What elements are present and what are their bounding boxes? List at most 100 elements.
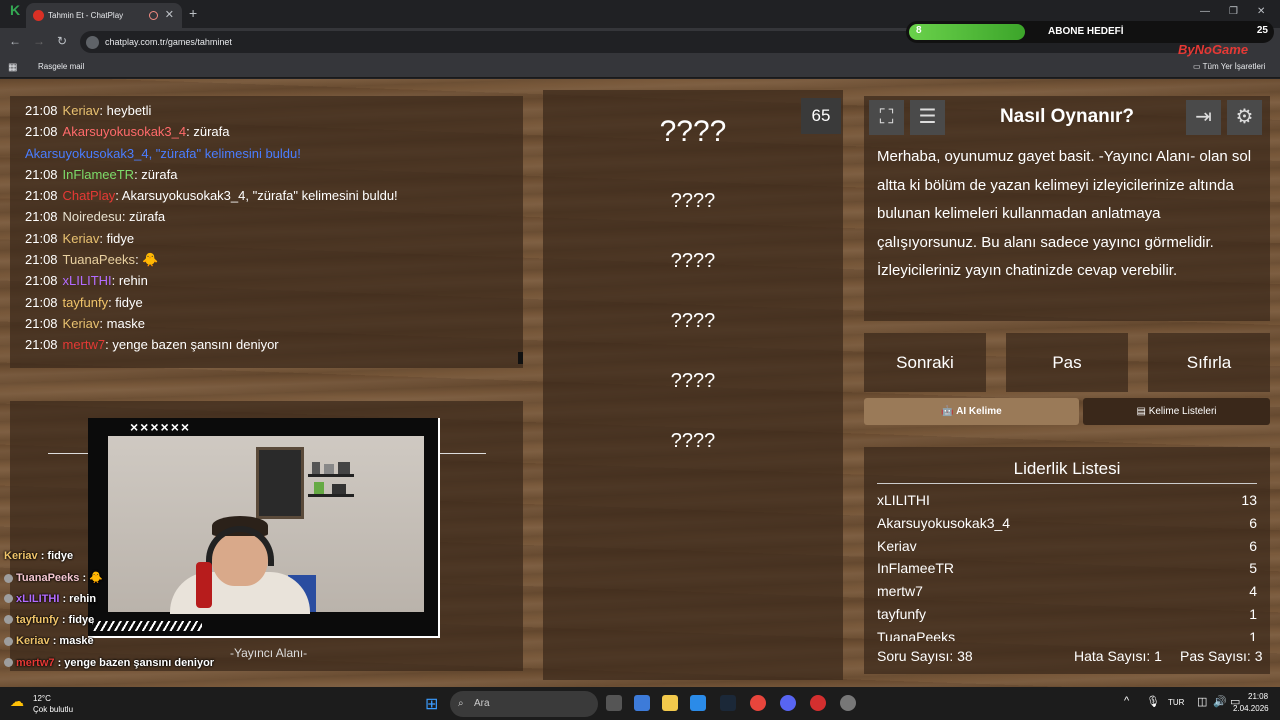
language-indicator[interactable]: TUR [1168, 698, 1184, 707]
overlay-chat-message: Keriav : maske [4, 635, 94, 647]
chat-username[interactable]: Keriav [63, 231, 100, 246]
recording-icon [149, 11, 158, 20]
next-button[interactable]: Sonraki [864, 333, 986, 392]
goal-target: 25 [1256, 25, 1268, 36]
chrome-icon[interactable] [750, 695, 766, 711]
how-to-play-panel: ⛶ ☰ Nasıl Oynanır? ⇥ ⚙ Merhaba, oyunumuz… [864, 96, 1270, 321]
overlay-chat-message: mertw7 : yenge bazen şansını deniyor [4, 657, 214, 669]
tab-title: Tahmin Et - ChatPlay [48, 11, 124, 20]
overlay-chat-message: Keriav : fidye [4, 550, 73, 562]
chat-username[interactable]: Keriav [63, 316, 100, 331]
site-info-icon[interactable] [86, 36, 99, 49]
chat-scrollbar[interactable] [518, 352, 523, 364]
chat-message: 21:08 Keriav: fidye [25, 228, 508, 249]
chat-text: : zürafa [121, 209, 166, 225]
clock-date[interactable]: 2.04.2026 [1233, 704, 1269, 713]
overlay-chat-username: TuanaPeeks [16, 572, 80, 585]
close-tab-icon[interactable]: ✕ [165, 8, 174, 21]
clock-time[interactable]: 21:08 [1248, 692, 1268, 701]
user-badge-icon [4, 658, 13, 668]
player-score: 1 [1249, 606, 1257, 622]
windows-start-icon[interactable]: ⊞ [425, 694, 438, 714]
user-badge-icon [4, 594, 13, 604]
forbidden-word: ???? [670, 370, 716, 392]
chat-message: 21:08 mertw7: yenge bazen şansını deniyor [25, 334, 508, 355]
chat-username[interactable]: tayfunfy [63, 295, 109, 310]
weather-desc[interactable]: Çok bulutlu [33, 705, 73, 714]
ai-word-tab[interactable]: 🤖 AI Kelime [864, 398, 1079, 425]
widgets-icon[interactable] [634, 695, 650, 711]
volume-icon[interactable]: 🔊 [1213, 695, 1227, 708]
leaderboard-row: tayfunfy 1 [877, 606, 1257, 628]
chat-username[interactable]: xLILITHI [63, 273, 112, 288]
search-label: Ara [474, 698, 490, 709]
pass-button[interactable]: Pas [1006, 333, 1128, 392]
all-bookmarks[interactable]: ▭ Tüm Yer İşaretleri [1193, 62, 1265, 71]
wall-painting [256, 447, 304, 519]
overlay-chat-message: tayfunfy : fidye [4, 614, 94, 626]
list-icon: ▤ [1136, 406, 1149, 417]
chat-username[interactable]: Noiredesu [63, 209, 122, 224]
bookmark-label: Rasgele mail [38, 62, 85, 71]
overlay-chat-username: xLILITHI [16, 592, 60, 605]
extension-badge[interactable]: K [10, 2, 20, 18]
exit-icon[interactable]: ⇥ [1186, 100, 1221, 135]
user-badge-icon [4, 615, 13, 625]
player-name: InFlameeTR [877, 560, 955, 577]
store-icon[interactable] [690, 695, 706, 711]
chat-message: 21:08 InFlameeTR: zürafa [25, 164, 508, 185]
chat-username[interactable]: TuanaPeeks [63, 252, 136, 267]
discord-icon[interactable] [780, 695, 796, 711]
obs-icon[interactable] [810, 695, 826, 711]
weather-icon: ☁ [10, 693, 24, 709]
taskbar: ☁ 12°C Çok bulutlu ⊞ ⌕ Ara ^ 🎙 TUR ◫ 🔊 ▭… [0, 687, 1280, 720]
user-badge-icon [4, 573, 13, 583]
task-view-icon[interactable] [606, 695, 622, 711]
forward-arrow-icon[interactable]: → [33, 34, 45, 48]
close-window-icon[interactable]: ✕ [1257, 6, 1265, 17]
leaderboard-row: InFlameeTR 5 [877, 560, 1257, 582]
chat-username[interactable]: Keriav [63, 103, 100, 118]
player-score: 5 [1249, 560, 1257, 577]
word-lists-label: Kelime Listeleri [1148, 406, 1217, 417]
chat-username[interactable]: Akarsuyokusokak3_4 [63, 124, 187, 139]
minimize-icon[interactable]: — [1200, 6, 1210, 17]
new-tab-button[interactable]: + [189, 5, 197, 21]
player-score: 6 [1249, 514, 1257, 531]
taskbar-search[interactable]: ⌕ Ara [450, 691, 598, 717]
back-arrow-icon[interactable]: ← [9, 34, 21, 48]
leaderboard-row: Akarsuyokusokak3_4 6 [877, 515, 1257, 537]
word-lists-tab[interactable]: ▤ Kelime Listeleri [1083, 398, 1270, 425]
overlay-chat-username: mertw7 [16, 656, 55, 669]
reset-button[interactable]: Sıfırla [1148, 333, 1270, 392]
steam-icon[interactable] [720, 695, 736, 711]
chat-username[interactable]: InFlameeTR [63, 167, 135, 182]
how-to-play-text: Merhaba, oyunumuz gayet basit. -Yayıncı … [877, 148, 1252, 279]
chat-username[interactable]: Akarsuyokusokak3_4, "zürafa" kelimesini … [25, 146, 301, 161]
chat-timestamp: 21:08 [25, 294, 58, 310]
error-count: Hata Sayısı: 1 [1074, 648, 1162, 664]
forbidden-word: ???? [670, 310, 716, 332]
chat-timestamp: 21:08 [25, 252, 58, 268]
maximize-icon[interactable]: ❐ [1229, 6, 1238, 17]
settings-gear-icon[interactable]: ⚙ [1227, 100, 1262, 135]
target-word: ???? [659, 115, 727, 148]
file-explorer-icon[interactable] [662, 695, 678, 711]
apps-grid-icon[interactable]: ▦ [8, 62, 17, 73]
bookmark-random-mail[interactable]: Rasgele mail [38, 62, 84, 71]
reload-icon[interactable]: ↻ [57, 34, 67, 48]
chat-timestamp: 21:08 [25, 337, 58, 353]
tray-chevron-icon[interactable]: ^ [1124, 695, 1129, 707]
chat-text: : 🐥 [135, 252, 159, 268]
chat-text: : fidye [99, 230, 135, 246]
browser-tab[interactable]: Tahmin Et - ChatPlay ✕ [26, 3, 182, 28]
weather-temp[interactable]: 12°C [33, 694, 51, 703]
chat-username[interactable]: ChatPlay [63, 188, 116, 203]
divider [877, 483, 1257, 484]
overlay-chat-username: tayfunfy [16, 613, 59, 626]
app-icon[interactable] [840, 695, 856, 711]
network-icon[interactable]: ◫ [1197, 695, 1207, 708]
chat-username[interactable]: mertw7 [63, 337, 106, 352]
microphone-tray-icon[interactable]: 🎙 [1146, 695, 1160, 708]
forbidden-word: ???? [670, 250, 716, 272]
